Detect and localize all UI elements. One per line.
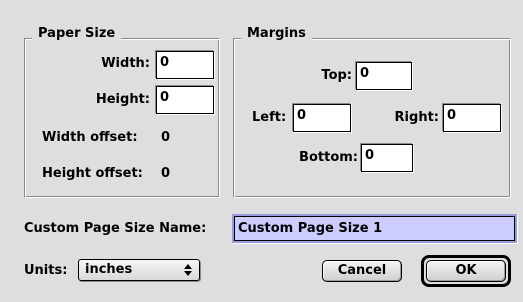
top-margin-field[interactable]: 0 xyxy=(356,62,412,90)
width-offset-label: Width offset: xyxy=(42,130,138,145)
bottom-margin-field[interactable]: 0 xyxy=(361,144,413,172)
cancel-button[interactable]: Cancel xyxy=(322,260,402,282)
right-margin-field[interactable]: 0 xyxy=(443,104,501,132)
height-offset-label: Height offset: xyxy=(42,166,143,181)
height-offset-value: 0 xyxy=(161,166,171,181)
height-field[interactable]: 0 xyxy=(156,86,214,114)
updown-arrows-icon xyxy=(180,263,196,277)
paper-size-title: Paper Size xyxy=(32,26,122,42)
units-popup[interactable]: inches xyxy=(78,259,200,281)
top-label: Top: xyxy=(321,68,352,83)
ok-button[interactable]: OK xyxy=(426,260,506,282)
width-offset-value: 0 xyxy=(161,130,171,145)
width-label: Width: xyxy=(101,56,150,71)
left-margin-field[interactable]: 0 xyxy=(293,104,351,132)
margins-title: Margins xyxy=(241,26,312,42)
units-selected-value: inches xyxy=(85,262,133,277)
left-label: Left: xyxy=(252,110,287,125)
height-label: Height: xyxy=(95,92,150,107)
units-label: Units: xyxy=(24,263,68,278)
bottom-label: Bottom: xyxy=(299,150,358,165)
custom-page-size-name-field[interactable]: Custom Page Size 1 xyxy=(234,216,515,241)
width-field[interactable]: 0 xyxy=(156,51,214,79)
right-label: Right: xyxy=(394,110,439,125)
custom-page-size-name-label: Custom Page Size Name: xyxy=(24,221,207,236)
